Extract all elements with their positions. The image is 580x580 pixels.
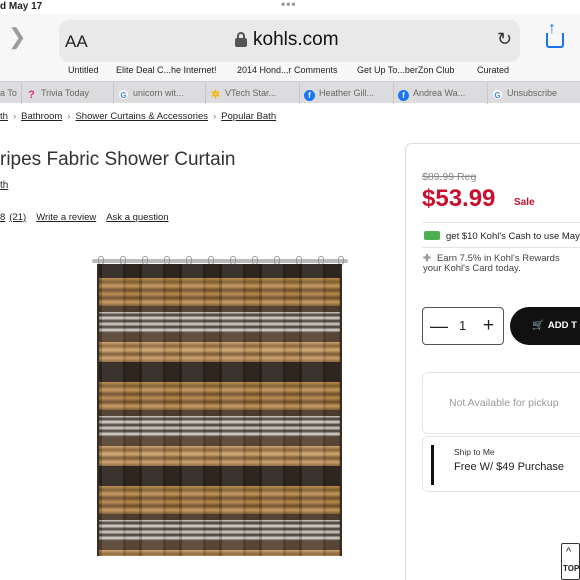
status-time: d May 17 — [0, 1, 43, 12]
facebook-icon: f — [304, 90, 315, 101]
kohls-cash-icon — [424, 231, 440, 240]
sale-price: $53.99 — [422, 185, 496, 212]
share-icon[interactable]: ↑ — [544, 20, 566, 50]
quantity-value[interactable]: 1 — [459, 318, 466, 333]
divider — [422, 222, 580, 223]
pickup-option[interactable]: Not Available for pickup — [422, 372, 580, 434]
trivia-icon: ? — [28, 89, 35, 101]
regular-price: $89.99 Reg — [422, 171, 477, 183]
rating-value[interactable]: 8 — [0, 212, 5, 223]
increase-quantity-button[interactable]: + — [483, 315, 494, 337]
text-size-button[interactable]: AA — [65, 32, 88, 52]
url-text[interactable]: kohls.com — [253, 29, 339, 51]
google-icon: G — [118, 89, 129, 100]
browser-chrome: ❯ AA kohls.com ↻ ↑ Untitled Elite Deal C… — [0, 14, 580, 81]
lock-icon — [235, 32, 247, 47]
breadcrumb-link[interactable]: Shower Curtains & Accessories — [75, 111, 208, 122]
tab-item[interactable]: ? Trivia Today — [22, 82, 114, 104]
breadcrumb-link[interactable]: Popular Bath — [221, 111, 276, 122]
brand-link[interactable]: th — [0, 180, 8, 191]
ratings-row: 8 (21) Write a review Ask a question — [0, 212, 179, 223]
cart-icon: 🛒 — [532, 320, 544, 331]
status-bar: d May 17 ••• — [0, 0, 580, 14]
product-title: ripes Fabric Shower Curtain — [0, 149, 236, 170]
divider — [422, 247, 580, 248]
tab-item[interactable]: f Heather Gill... — [300, 82, 394, 104]
write-review-link[interactable]: Write a review — [36, 212, 96, 223]
ship-to-me-option[interactable]: Ship to Me Free W/ $49 Purchase — [422, 436, 580, 492]
ship-title: Ship to Me — [454, 447, 495, 457]
favorite-item[interactable]: Curated — [477, 65, 509, 75]
ship-subtitle: Free W/ $49 Purchase — [454, 461, 565, 473]
favorite-item[interactable]: Elite Deal C...he Internet! — [116, 65, 217, 75]
tab-item[interactable]: G Unsubscribe — [488, 82, 580, 104]
review-count-link[interactable]: (21) — [9, 212, 26, 223]
favorite-item[interactable]: Get Up To...berZon Club — [357, 65, 454, 75]
breadcrumb-link[interactable]: Bathroom — [21, 111, 62, 122]
purchase-panel: $89.99 Reg $53.99 Sale get $10 Kohl's Ca… — [405, 143, 580, 580]
product-image[interactable] — [92, 256, 348, 558]
ask-question-link[interactable]: Ask a question — [106, 212, 168, 223]
address-bar[interactable]: AA kohls.com ↻ — [59, 20, 520, 62]
google-icon: G — [492, 89, 503, 100]
selected-indicator — [431, 445, 434, 485]
tab-item[interactable]: ✲ VTech Star... — [206, 82, 300, 104]
tab-item[interactable]: Gunicorn wit... — [114, 82, 206, 104]
favorites-bar: Untitled Elite Deal C...he Internet! 201… — [0, 64, 580, 78]
tab-item[interactable]: f Andrea Wa... — [394, 82, 488, 104]
facebook-icon: f — [398, 90, 409, 101]
add-to-cart-button[interactable]: 🛒 ADD T — [510, 307, 580, 345]
decrease-quantity-button[interactable]: — — [430, 316, 448, 337]
favorite-item[interactable]: Untitled — [68, 65, 99, 75]
tab-bar: a To ? Trivia Today Gunicorn wit... ✲ VTec… — [0, 81, 580, 104]
kohls-cash-offer: get $10 Kohl's Cash to use May — [424, 231, 580, 242]
breadcrumb: th › Bathroom › Shower Curtains & Accessorie… — [0, 111, 277, 122]
back-chevron-icon[interactable]: ❯ — [8, 24, 26, 50]
caret-up-icon: ^ — [566, 546, 572, 558]
sun-icon: ✲ — [210, 89, 221, 101]
tab-item[interactable]: a To — [0, 82, 22, 104]
quantity-stepper: — 1 + — [422, 307, 504, 345]
favorite-item[interactable]: 2014 Hond...r Comments — [237, 65, 338, 75]
breadcrumb-link[interactable]: th — [0, 111, 8, 122]
shower-curtain-photo — [97, 264, 342, 556]
rewards-offer: ✚ Earn 7.5% in Kohl's Rewards your Kohl's… — [423, 253, 560, 274]
multitask-dots[interactable]: ••• — [281, 0, 297, 11]
back-to-top-button[interactable]: ^ TOP — [561, 543, 580, 580]
reload-icon[interactable]: ↻ — [497, 29, 512, 50]
sale-label: Sale — [514, 197, 535, 208]
